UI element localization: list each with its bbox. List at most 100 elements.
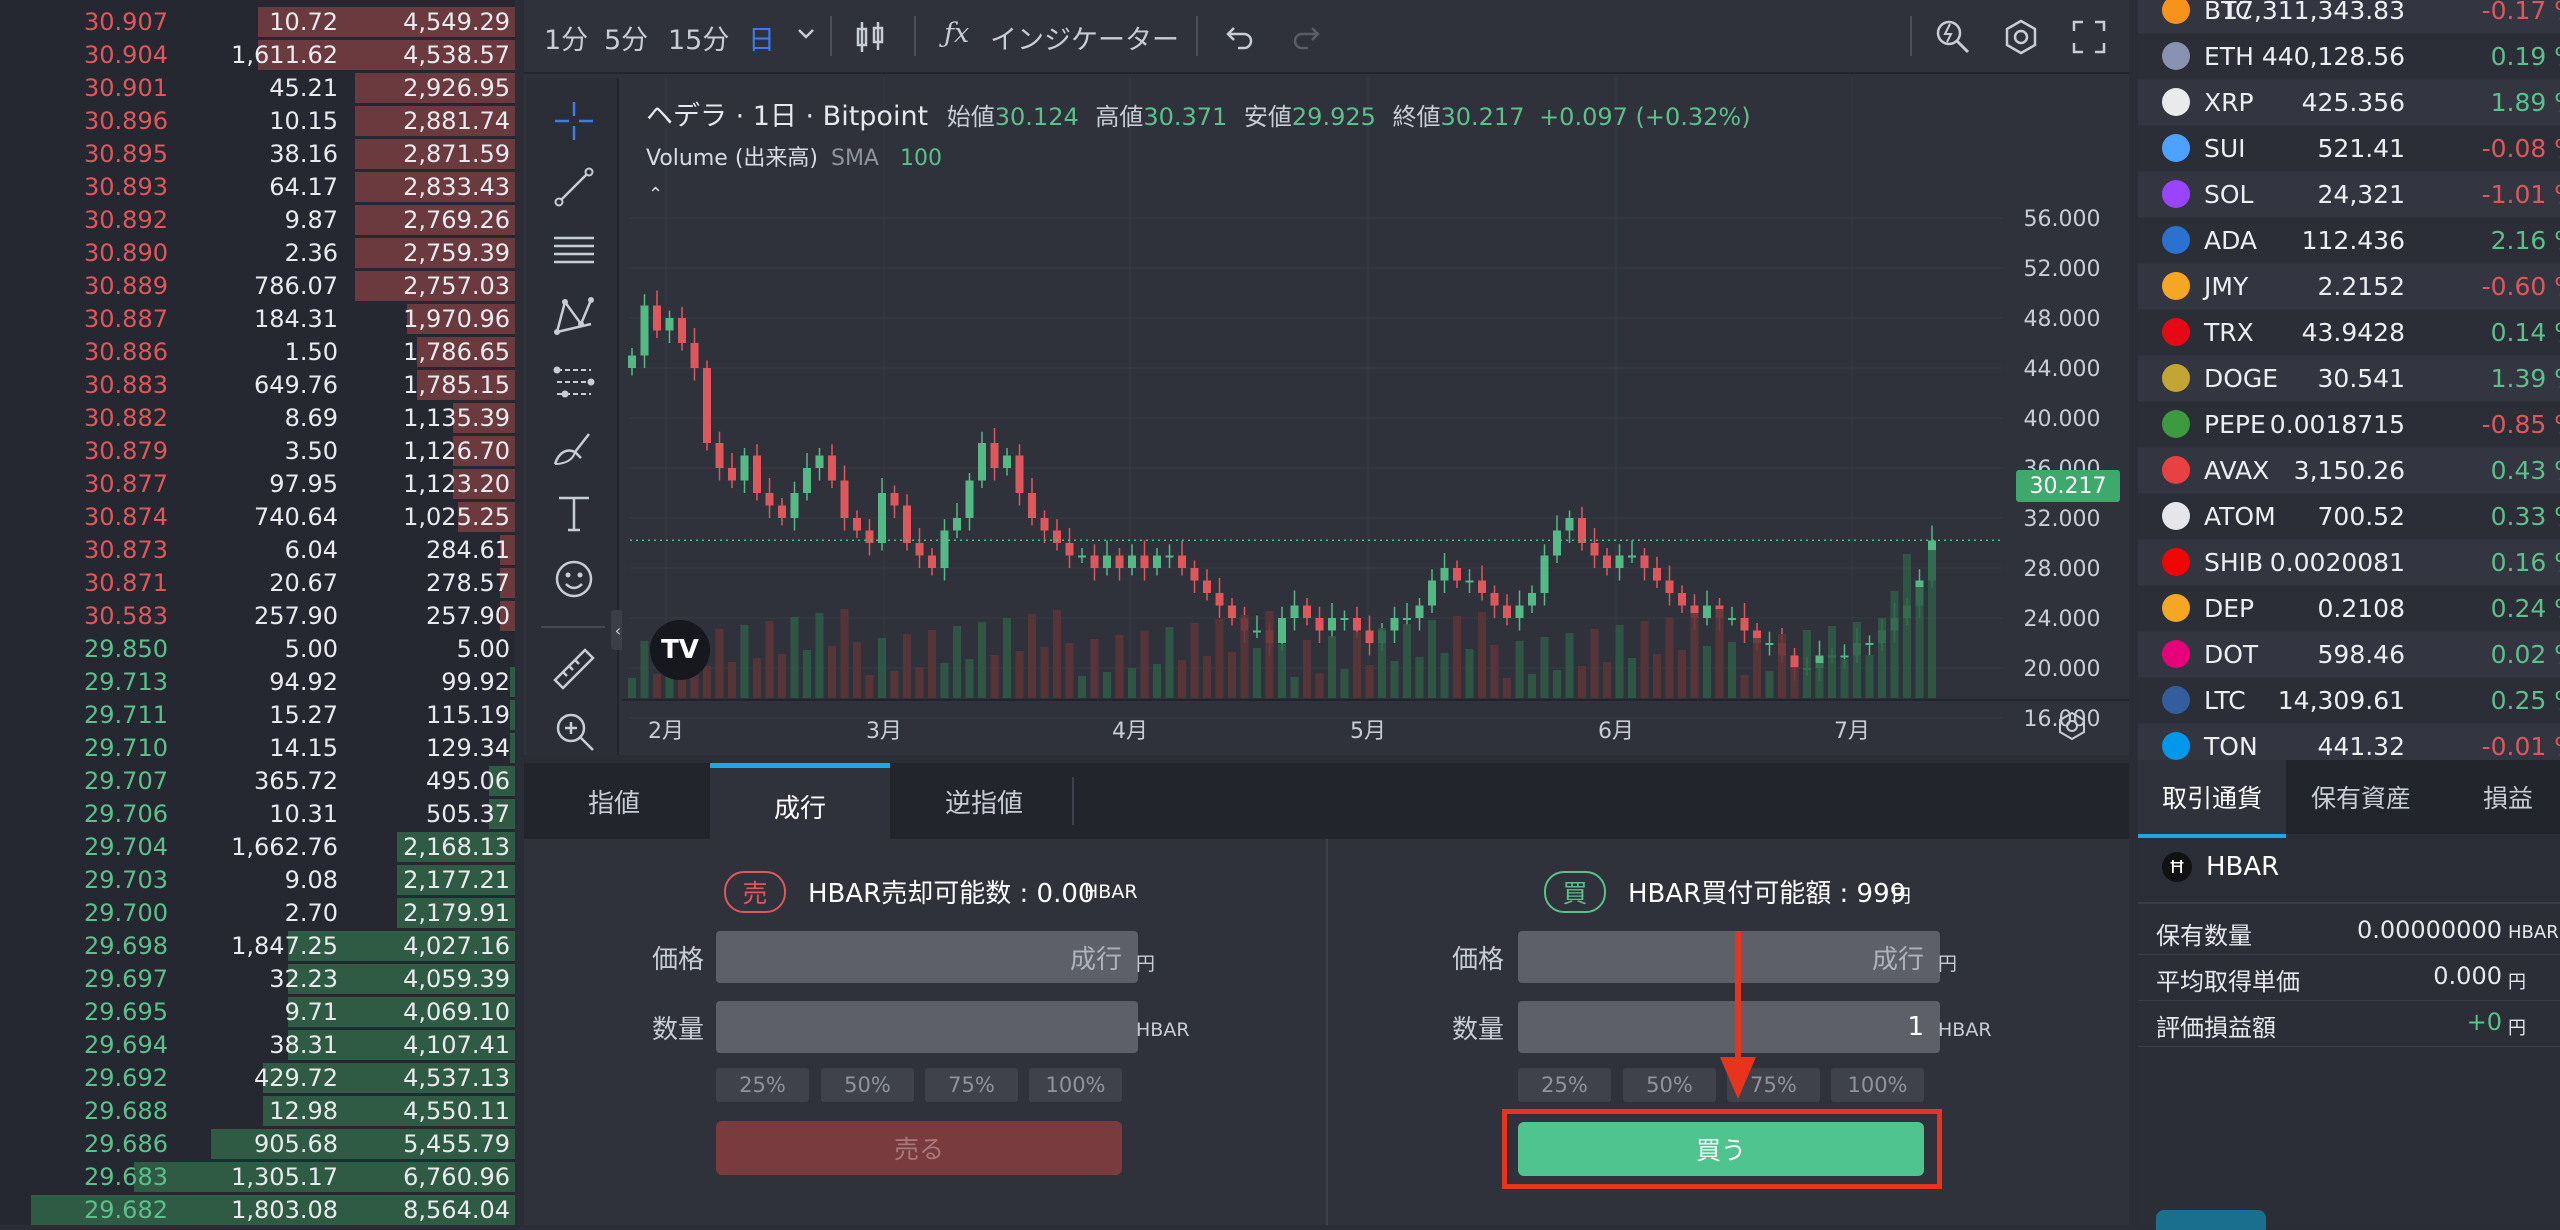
sell-button[interactable]: 売る [716, 1121, 1122, 1175]
bid-row[interactable]: 29.706 10.31 505.37 [0, 796, 515, 829]
sell-price-field[interactable]: 成行 [716, 931, 1138, 983]
ask-row[interactable]: 30.879 3.50 1,126.70 [0, 433, 515, 466]
crosshair-icon[interactable] [551, 98, 597, 144]
ask-row[interactable]: 30.882 8.69 1,135.39 [0, 400, 515, 433]
coin-row-btc[interactable]: BTC17,311,343.83-0.17 % [2138, 0, 2560, 33]
ask-row[interactable]: 30.895 38.16 2,871.59 [0, 136, 515, 169]
coin-row-trx[interactable]: TRX 43.9428 0.14 % [2138, 310, 2560, 355]
brush-icon[interactable] [551, 424, 597, 470]
coin-row-atom[interactable]: ATOM 700.52 0.33 % [2138, 494, 2560, 539]
ask-row[interactable]: 30.877 97.95 1,123.20 [0, 466, 515, 499]
pattern-icon[interactable] [551, 294, 597, 340]
bid-row[interactable]: 29.694 38.31 4,107.41 [0, 1027, 515, 1060]
ask-row[interactable]: 30.904 1,611.62 4,538.57 [0, 37, 515, 70]
fx-icon[interactable]: ƒx [944, 18, 969, 49]
ask-row[interactable]: 30.886 1.50 1,786.65 [0, 334, 515, 367]
bid-row[interactable]: 29.698 1,847.25 4,027.16 [0, 928, 515, 961]
sell-qty-input[interactable] [716, 1001, 1138, 1053]
bid-row[interactable]: 29.692 429.72 4,537.13 [0, 1060, 515, 1093]
zoom-in-icon[interactable] [551, 708, 597, 754]
tradingview-logo[interactable]: TV [650, 620, 710, 680]
ask-row[interactable]: 30.874 740.64 1,025.25 [0, 499, 515, 532]
redo-icon[interactable] [1290, 22, 1322, 52]
chart-settings-icon[interactable] [2056, 710, 2088, 742]
ask-row[interactable]: 30.901 45.21 2,926.95 [0, 70, 515, 103]
interval-15m[interactable]: 15分 [668, 18, 729, 57]
coin-row-avax[interactable]: AVAX 3,150.26 0.43 % [2138, 448, 2560, 493]
bid-row[interactable]: 29.682 1,803.08 8,564.04 [0, 1192, 515, 1225]
coin-row-dot[interactable]: DOT 598.46 0.02 % [2138, 632, 2560, 677]
ask-row[interactable]: 30.892 9.87 2,769.26 [0, 202, 515, 235]
coin-row-ltc[interactable]: LTC 14,309.61 0.25 % [2138, 678, 2560, 723]
bid-row[interactable]: 29.683 1,305.17 6,760.96 [0, 1159, 515, 1192]
coin-change: -0.01 % [2481, 732, 2560, 761]
bid-row[interactable]: 29.697 32.23 4,059.39 [0, 961, 515, 994]
ask-row[interactable]: 30.883 649.76 1,785.15 [0, 367, 515, 400]
fullscreen-icon[interactable] [2072, 20, 2106, 54]
tab-trading-currency[interactable]: 取引通貨 [2138, 760, 2286, 838]
bid-row[interactable]: 29.695 9.71 4,069.10 [0, 994, 515, 1027]
text-icon[interactable] [551, 490, 597, 536]
indicators-button[interactable]: インジケーター [990, 18, 1179, 57]
bottom-tab-stub[interactable] [2156, 1210, 2266, 1230]
candlestick-type-icon[interactable] [854, 20, 886, 54]
buy-pct-50[interactable]: 50% [1623, 1068, 1716, 1102]
collapse-legend-icon[interactable]: ⌃ [648, 184, 672, 208]
bid-row[interactable]: 29.713 94.92 99.92 [0, 664, 515, 697]
bid-row[interactable]: 29.707 365.72 495.06 [0, 763, 515, 796]
ask-row[interactable]: 30.887 184.31 1,970.96 [0, 301, 515, 334]
sell-pct-50[interactable]: 50% [821, 1068, 914, 1102]
bid-row[interactable]: 29.711 15.27 115.19 [0, 697, 515, 730]
coin-row-eth[interactable]: ETH440,128.56 0.19 % [2138, 34, 2560, 79]
coin-row-ada[interactable]: ADA 112.436 2.16 % [2138, 218, 2560, 263]
trend-line-icon[interactable] [551, 164, 597, 210]
tab-pnl[interactable]: 損益 [2438, 760, 2560, 834]
tab-limit[interactable]: 指値 [524, 763, 704, 839]
bid-row[interactable]: 29.850 5.00 5.00 [0, 631, 515, 664]
chevron-down-icon[interactable] [796, 24, 816, 44]
tab-market[interactable]: 成行 [710, 763, 890, 844]
bid-row[interactable]: 29.700 2.70 2,179.91 [0, 895, 515, 928]
interval-day[interactable]: 日 [748, 18, 775, 57]
coin-row-sol[interactable]: SOL 24,321 -1.01 % [2138, 172, 2560, 217]
ask-row[interactable]: 30.907 10.72 4,549.29 [0, 4, 515, 37]
ask-row[interactable]: 30.890 2.36 2,759.39 [0, 235, 515, 268]
coin-row-pepe[interactable]: PEPE0.0018715 -0.85 % [2138, 402, 2560, 447]
interval-5m[interactable]: 5分 [604, 18, 648, 57]
ask-row[interactable]: 30.583 257.90 257.90 [0, 598, 515, 631]
ask-row[interactable]: 30.889 786.07 2,757.03 [0, 268, 515, 301]
buy-pct-100[interactable]: 100% [1831, 1068, 1924, 1102]
bid-row[interactable]: 29.703 9.08 2,177.21 [0, 862, 515, 895]
bid-row[interactable]: 29.710 14.15 129.34 [0, 730, 515, 763]
coin-row-sui[interactable]: SUI 521.41 -0.08 % [2138, 126, 2560, 171]
coin-row-dep[interactable]: DEP 0.2108 0.24 % [2138, 586, 2560, 631]
ruler-icon[interactable] [551, 646, 597, 692]
tab-stop[interactable]: 逆指値 [894, 763, 1074, 839]
price-chart[interactable]: 56.00052.00048.00044.00040.00036.00032.0… [622, 78, 2129, 755]
prediction-icon[interactable] [551, 360, 597, 406]
sell-pct-100[interactable]: 100% [1029, 1068, 1122, 1102]
ask-row[interactable]: 30.896 10.15 2,881.74 [0, 103, 515, 136]
ask-row[interactable]: 30.871 20.67 278.57 [0, 565, 515, 598]
coin-row-jmy[interactable]: JMY 2.2152 -0.60 % [2138, 264, 2560, 309]
bid-row[interactable]: 29.704 1,662.76 2,168.13 [0, 829, 515, 862]
coin-row-shib[interactable]: SHIB0.0020081 0.16 % [2138, 540, 2560, 585]
coin-row-doge[interactable]: DOGE 30.541 1.39 % [2138, 356, 2560, 401]
coin-row-xrp[interactable]: XRP 425.356 1.89 % [2138, 80, 2560, 125]
ask-row[interactable]: 30.873 6.04 284.61 [0, 532, 515, 565]
candlestick-chart[interactable]: 56.00052.00048.00044.00040.00036.00032.0… [622, 78, 2129, 755]
tab-holdings[interactable]: 保有資産 [2288, 760, 2434, 834]
settings-icon[interactable] [2002, 18, 2040, 56]
bid-row[interactable]: 29.686 905.68 5,455.79 [0, 1126, 515, 1159]
ask-row[interactable]: 30.893 64.17 2,833.43 [0, 169, 515, 202]
buy-button[interactable]: 買う [1518, 1122, 1924, 1176]
fib-retracement-icon[interactable] [551, 228, 597, 274]
emoji-icon[interactable] [551, 556, 597, 602]
quick-search-icon[interactable] [1934, 18, 1972, 56]
interval-1m[interactable]: 1分 [544, 18, 588, 57]
undo-icon[interactable] [1224, 22, 1256, 52]
buy-pct-25[interactable]: 25% [1518, 1068, 1611, 1102]
sell-pct-75[interactable]: 75% [925, 1068, 1018, 1102]
sell-pct-25[interactable]: 25% [716, 1068, 809, 1102]
bid-row[interactable]: 29.688 12.98 4,550.11 [0, 1093, 515, 1126]
